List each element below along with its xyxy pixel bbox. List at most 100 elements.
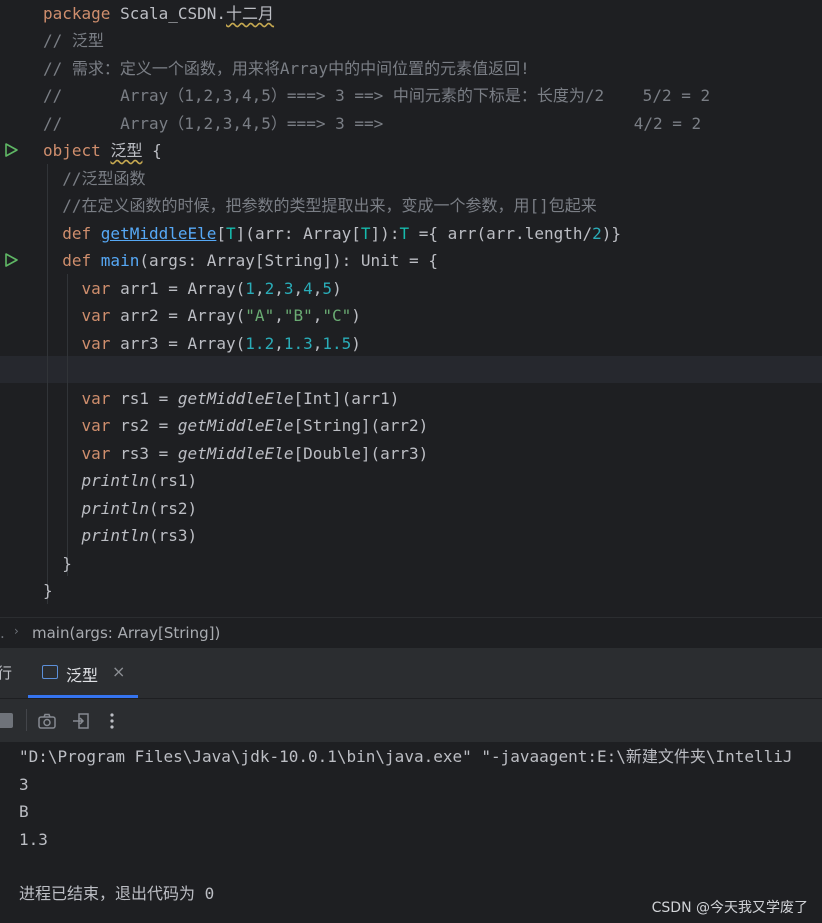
tab-run-config[interactable]: 泛型 × — [28, 648, 138, 698]
code-token: 1.5 — [322, 334, 352, 353]
code-token: , — [312, 306, 323, 325]
code-token: object — [43, 141, 111, 160]
code-token: ](arr: Array[ — [235, 224, 361, 243]
code-token: var — [43, 306, 121, 325]
code-token: T — [399, 224, 410, 243]
editor-gutter — [0, 0, 30, 617]
code-token: var — [43, 444, 121, 463]
code-line[interactable]: def main(args: Array[String]): Unit = { — [43, 247, 438, 274]
code-token: package — [43, 4, 121, 23]
code-line[interactable]: var rs1 = getMiddleEle[Int](arr1) — [43, 385, 400, 412]
run-toolbar — [0, 698, 822, 743]
stop-button[interactable] — [0, 713, 13, 728]
code-token: , — [274, 334, 284, 353]
code-line[interactable]: // Array（1,2,3,4,5）===> 3 ==> 4/2 = 2 — [43, 110, 701, 137]
console-line: 3 — [19, 775, 29, 794]
exit-icon[interactable] — [71, 711, 91, 731]
code-token: Scala_CSDN. — [120, 4, 227, 23]
code-token: )} — [601, 224, 622, 243]
code-token: , — [274, 306, 284, 325]
run-object-icon[interactable] — [3, 142, 19, 158]
code-token: [ — [216, 224, 227, 243]
code-line[interactable]: var rs2 = getMiddleEle[String](arr2) — [43, 412, 429, 439]
code-line[interactable]: // Array（1,2,3,4,5）===> 3 ==> 中间元素的下标是：长… — [43, 82, 710, 109]
code-token: T — [226, 224, 236, 243]
code-token: [String](arr2) — [293, 416, 429, 435]
code-line[interactable]: var arr2 = Array("A","B","C") — [43, 302, 361, 329]
code-editor[interactable]: package Scala_CSDN.十二月 // 泛型 // 需求：定义一个函数，… — [0, 0, 822, 617]
code-token: 泛型 — [110, 141, 143, 160]
breadcrumb-item-main[interactable]: main(args: Array[String]) — [32, 624, 220, 642]
code-token: [Double](arr3) — [293, 444, 429, 463]
code-line[interactable]: var arr1 = Array(1,2,3,4,5) — [43, 275, 342, 302]
code-token: "A" — [245, 306, 275, 325]
camera-icon[interactable] — [37, 711, 57, 731]
code-token: arr2 = Array( — [120, 306, 246, 325]
code-token: getMiddleEle — [177, 389, 294, 408]
code-token: // 需求：定义一个函数，用来将Array中的中间位置的元素值返回! — [43, 59, 530, 78]
more-options-icon[interactable] — [102, 711, 122, 731]
code-token: main — [100, 251, 140, 270]
code-token: (rs2) — [148, 499, 198, 518]
run-tool-window-header: 行 泛型 × — [0, 648, 822, 698]
code-token: def — [43, 224, 101, 243]
code-token: , — [293, 279, 304, 298]
code-line[interactable]: object 泛型 { — [43, 137, 162, 164]
code-token: 2 — [264, 279, 275, 298]
code-line[interactable]: // 需求：定义一个函数，用来将Array中的中间位置的元素值返回! — [43, 55, 530, 82]
code-token: , — [254, 279, 265, 298]
toolbar-divider — [26, 709, 27, 731]
code-token: //泛型函数 — [43, 169, 146, 188]
code-token: var — [43, 389, 121, 408]
code-token: // Array（1,2,3,4,5）===> 3 ==> 4/2 = 2 — [43, 114, 702, 133]
breadcrumb-cut-item[interactable]: . — [0, 624, 5, 642]
code-line[interactable]: def getMiddleEle[T](arr: Array[T]):T ={ … — [43, 220, 621, 247]
run-main-icon[interactable] — [3, 252, 19, 268]
close-icon[interactable]: × — [112, 662, 125, 681]
breadcrumb: . › main(args: Array[String]) — [0, 617, 822, 648]
code-token: getMiddleEle — [177, 416, 294, 435]
code-line[interactable]: println(rs1) — [43, 467, 198, 494]
code-line[interactable]: var arr3 = Array(1.2,1.3,1.5) — [43, 330, 361, 357]
code-token: 5 — [322, 279, 333, 298]
watermark: CSDN @今天我又学废了 — [651, 900, 808, 916]
tool-window-title[interactable]: 行 — [0, 662, 12, 683]
code-token: ) — [351, 306, 361, 325]
code-line[interactable]: } — [43, 577, 53, 604]
code-token: rs2 = — [120, 416, 178, 435]
code-token: println — [43, 499, 149, 518]
code-line[interactable]: println(rs3) — [43, 522, 198, 549]
code-token: (rs3) — [148, 526, 198, 545]
tab-label: 泛型 — [66, 666, 99, 685]
code-token: 十二月 — [226, 4, 275, 23]
code-line[interactable]: println(rs2) — [43, 495, 198, 522]
code-token: var — [43, 279, 121, 298]
code-token: "B" — [283, 306, 313, 325]
code-token: var — [43, 334, 121, 353]
code-line[interactable]: // 泛型 — [43, 27, 104, 54]
code-line[interactable]: var rs3 = getMiddleEle[Double](arr3) — [43, 440, 429, 467]
code-line[interactable]: //在定义函数的时候，把参数的类型提取出来，变成一个参数，用[]包起来 — [43, 192, 597, 219]
code-token: , — [312, 334, 323, 353]
console-line: 1.3 — [19, 830, 48, 849]
code-token: 4 — [303, 279, 313, 298]
code-line[interactable]: package Scala_CSDN.十二月 — [43, 0, 274, 27]
code-token: // 泛型 — [43, 31, 104, 50]
code-token: "C" — [322, 306, 352, 325]
code-line[interactable]: //泛型函数 — [43, 165, 146, 192]
code-token: { — [142, 141, 162, 160]
code-token: // Array（1,2,3,4,5）===> 3 ==> 中间元素的下标是：长… — [43, 86, 711, 105]
code-token: 3 — [283, 279, 294, 298]
current-line-highlight — [0, 356, 822, 383]
code-token: rs1 = — [120, 389, 178, 408]
console-output[interactable]: "D:\Program Files\Java\jdk-10.0.1\bin\ja… — [0, 742, 822, 923]
code-line[interactable]: } — [43, 550, 72, 577]
console-line: 进程已结束，退出代码为 0 — [19, 884, 215, 903]
code-token: ) — [351, 334, 361, 353]
code-token: arr1 = Array( — [120, 279, 246, 298]
code-token: getMiddleEle — [177, 444, 294, 463]
code-token: } — [43, 554, 72, 573]
console-line: B — [19, 802, 29, 821]
code-token: getMiddleEle — [100, 224, 217, 243]
code-token: T — [360, 224, 371, 243]
